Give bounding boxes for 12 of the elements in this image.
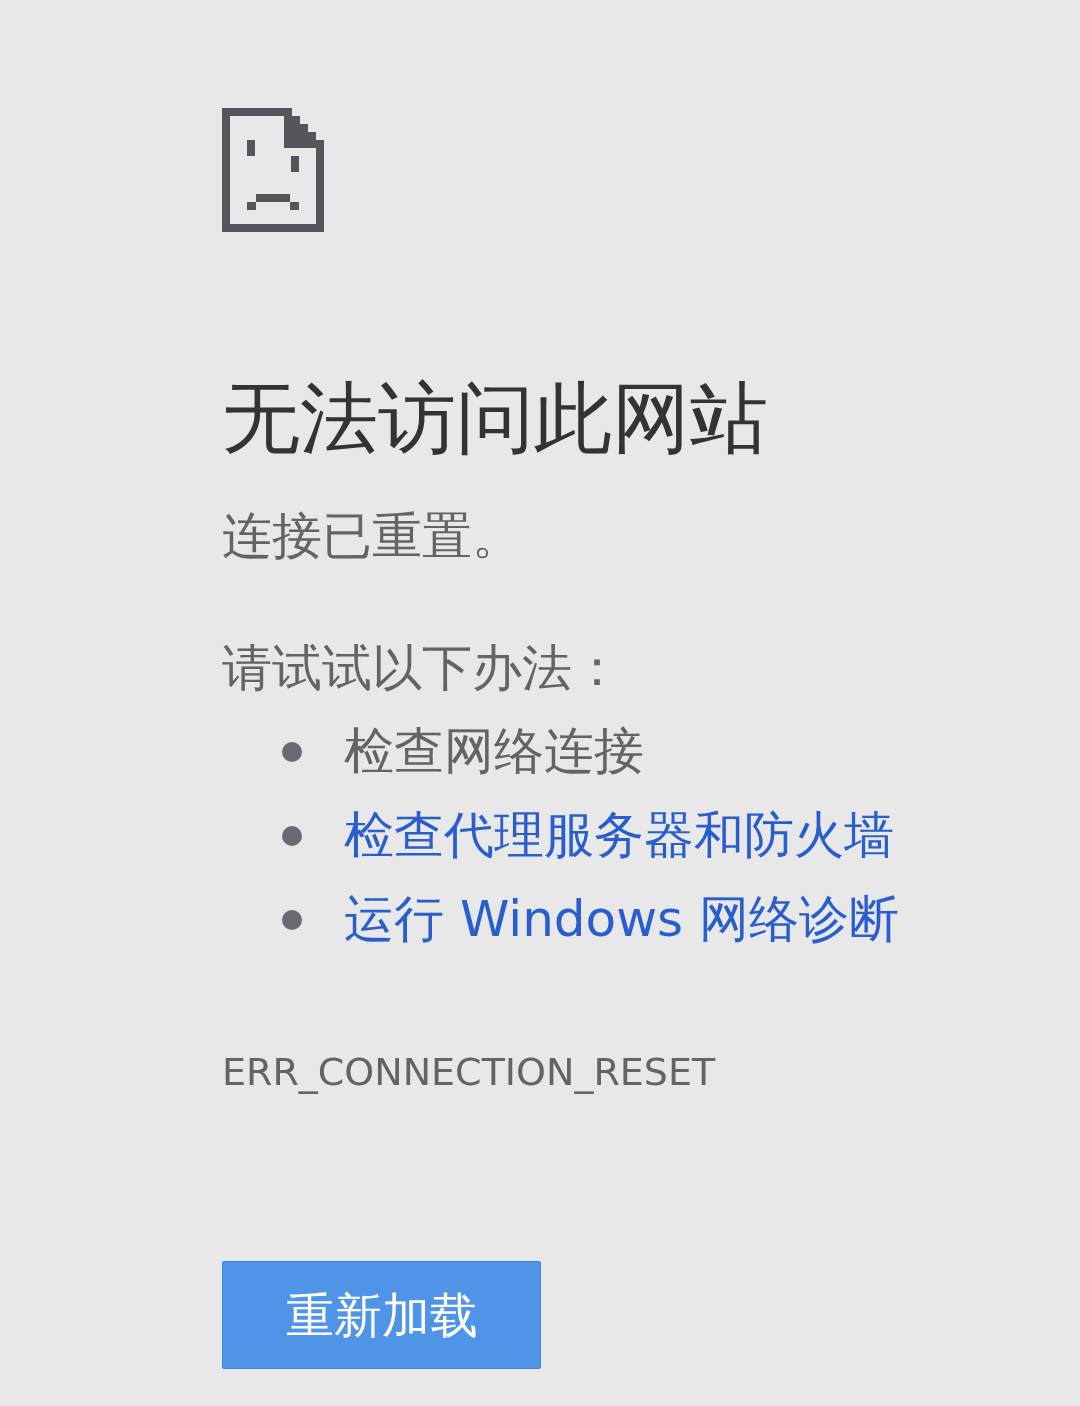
- error-code: ERR_CONNECTION_RESET: [222, 1048, 717, 1096]
- suggestions-heading: 请试试以下办法：: [222, 637, 623, 698]
- suggestion-text: 检查网络连接: [344, 721, 644, 783]
- page-heading: 无法访问此网站: [222, 372, 769, 465]
- suggestion-link[interactable]: 运行 Windows 网络诊断: [344, 882, 899, 958]
- bullet-icon: [282, 825, 302, 846]
- sad-page-icon: [222, 108, 324, 232]
- suggestion-link[interactable]: 检查代理服务器和防火墙: [344, 798, 894, 874]
- bullet-icon: [282, 909, 302, 930]
- bullet-icon: [282, 741, 302, 762]
- error-summary: 连接已重置。: [222, 505, 523, 566]
- reload-button[interactable]: 重新加载: [222, 1260, 541, 1369]
